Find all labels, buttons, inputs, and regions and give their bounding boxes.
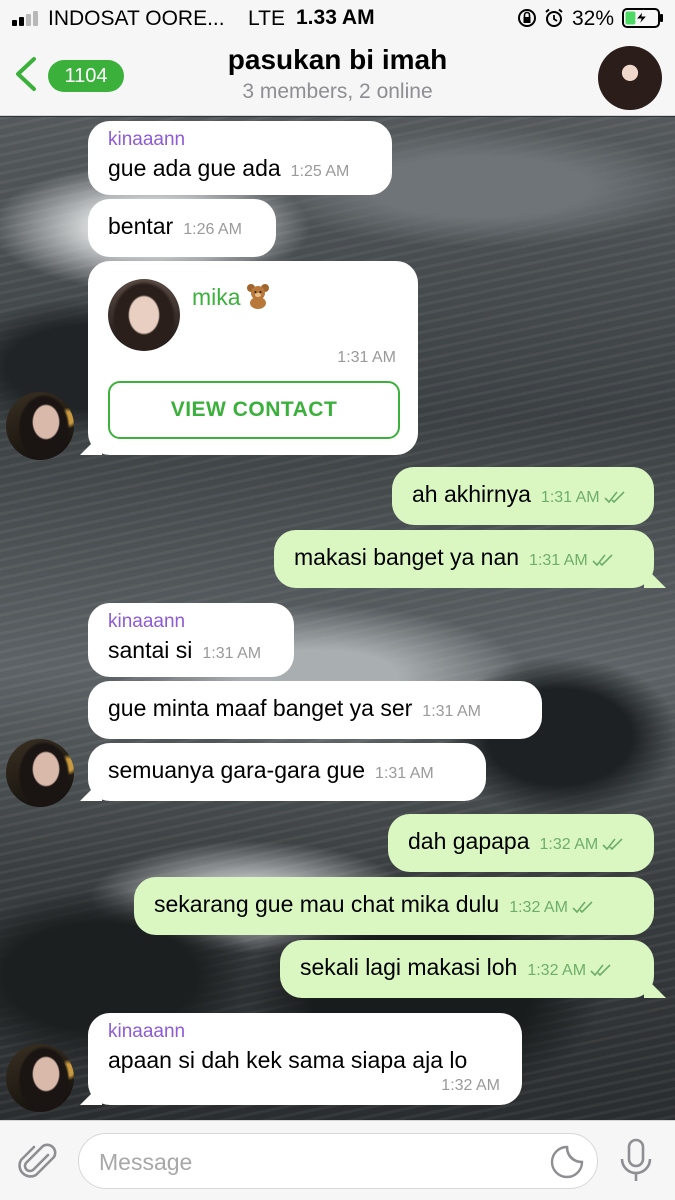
contact-card-bubble[interactable]: mika 1:31 AM VIEW CONTACT	[88, 261, 418, 455]
message-text: apaan si dah kek sama siapa aja lo	[108, 1047, 468, 1073]
view-contact-button[interactable]: VIEW CONTACT	[108, 381, 400, 439]
paperclip-icon[interactable]	[18, 1139, 58, 1183]
message-text: dah gapapa	[408, 828, 530, 854]
chat-header: 1104 pasukan bi imah 3 members, 2 online	[0, 36, 675, 116]
carrier-name: INDOSAT OORE...	[48, 7, 225, 30]
alarm-icon	[545, 8, 563, 27]
message-text: sekali lagi makasi loh	[300, 954, 518, 980]
message-text: sekarang gue mau chat mika dulu	[154, 891, 500, 917]
sender-name: kinaaann	[108, 611, 186, 632]
signal-strength-icon	[12, 10, 42, 26]
message-time: 1:32 AM	[441, 1077, 500, 1094]
message-time: 1:32 AM	[509, 899, 568, 916]
battery-charging-icon	[622, 8, 663, 28]
message-text: ah akhirnya	[412, 481, 531, 507]
message-time: 1:31 AM	[202, 645, 262, 662]
sender-avatar[interactable]	[6, 392, 74, 460]
status-time: 1.33 AM	[296, 6, 375, 29]
chat-subtitle: 3 members, 2 online	[242, 80, 433, 103]
message-bubble[interactable]: dah gapapa 1:32 AM	[388, 814, 654, 872]
status-bar: INDOSAT OORE... LTE 1.33 AM 32%	[0, 0, 675, 36]
contact-name[interactable]: mika	[192, 283, 271, 311]
sender-name: kinaaann	[108, 1021, 186, 1042]
group-avatar[interactable]	[598, 46, 662, 110]
message-list[interactable]: kinaaann gue ada gue ada 1:25 AM bentar 1:…	[0, 117, 675, 1120]
message-time: 1:31 AM	[422, 703, 481, 720]
read-receipt-icon	[602, 838, 623, 851]
message-text: gue minta maaf banget ya ser	[108, 695, 413, 721]
lock-rotation-icon	[518, 9, 536, 27]
message-bubble[interactable]: makasi banget ya nan 1:31 AM	[274, 530, 654, 588]
message-bubble[interactable]: bentar 1:26 AM	[88, 199, 276, 257]
message-input-bar	[0, 1120, 675, 1200]
sender-avatar[interactable]	[6, 739, 74, 807]
message-text: santai si	[108, 637, 193, 663]
message-text: gue ada gue ada	[108, 155, 281, 181]
message-bubble[interactable]: sekarang gue mau chat mika dulu 1:32 AM	[134, 877, 654, 935]
message-time: 1:31 AM	[337, 349, 396, 366]
read-receipt-icon	[572, 901, 593, 914]
message-input[interactable]	[99, 1142, 529, 1182]
message-text: makasi banget ya nan	[294, 544, 520, 570]
read-receipt-icon	[590, 964, 611, 977]
message-bubble[interactable]: ah akhirnya 1:31 AM	[392, 467, 654, 525]
read-receipt-icon	[604, 491, 625, 504]
message-time: 1:31 AM	[540, 489, 600, 506]
message-time: 1:32 AM	[527, 962, 587, 979]
message-time: 1:26 AM	[183, 221, 242, 238]
bubble-tail	[644, 566, 666, 588]
message-time: 1:25 AM	[290, 163, 350, 180]
message-bubble[interactable]: gue minta maaf banget ya ser 1:31 AM	[88, 681, 542, 739]
read-receipt-icon	[592, 554, 613, 567]
sticker-icon[interactable]	[549, 1144, 585, 1180]
message-text: semuanya gara-gara gue	[108, 757, 365, 783]
message-text: bentar	[108, 213, 174, 239]
message-bubble[interactable]: kinaaann gue ada gue ada 1:25 AM	[88, 121, 392, 195]
contact-avatar[interactable]	[108, 279, 180, 351]
message-bubble[interactable]: kinaaann santai si 1:31 AM	[88, 603, 294, 677]
teddy-bear-icon	[246, 284, 269, 309]
sender-avatar[interactable]	[6, 1044, 74, 1112]
network-type: LTE	[248, 7, 285, 30]
message-time: 1:32 AM	[539, 836, 599, 853]
message-time: 1:31 AM	[375, 765, 434, 782]
message-bubble[interactable]: kinaaann apaan si dah kek sama siapa aja…	[88, 1013, 522, 1105]
message-time: 1:31 AM	[529, 552, 588, 569]
chat-title[interactable]: pasukan bi imah	[0, 44, 675, 76]
battery-percentage: 32%	[572, 7, 615, 30]
message-bubble[interactable]: semuanya gara-gara gue 1:31 AM	[88, 743, 486, 801]
message-bubble[interactable]: sekali lagi makasi loh 1:32 AM	[280, 940, 654, 998]
microphone-icon[interactable]	[616, 1137, 656, 1185]
sender-name: kinaaann	[108, 129, 186, 150]
message-field[interactable]	[78, 1133, 598, 1189]
bubble-tail	[644, 976, 666, 998]
